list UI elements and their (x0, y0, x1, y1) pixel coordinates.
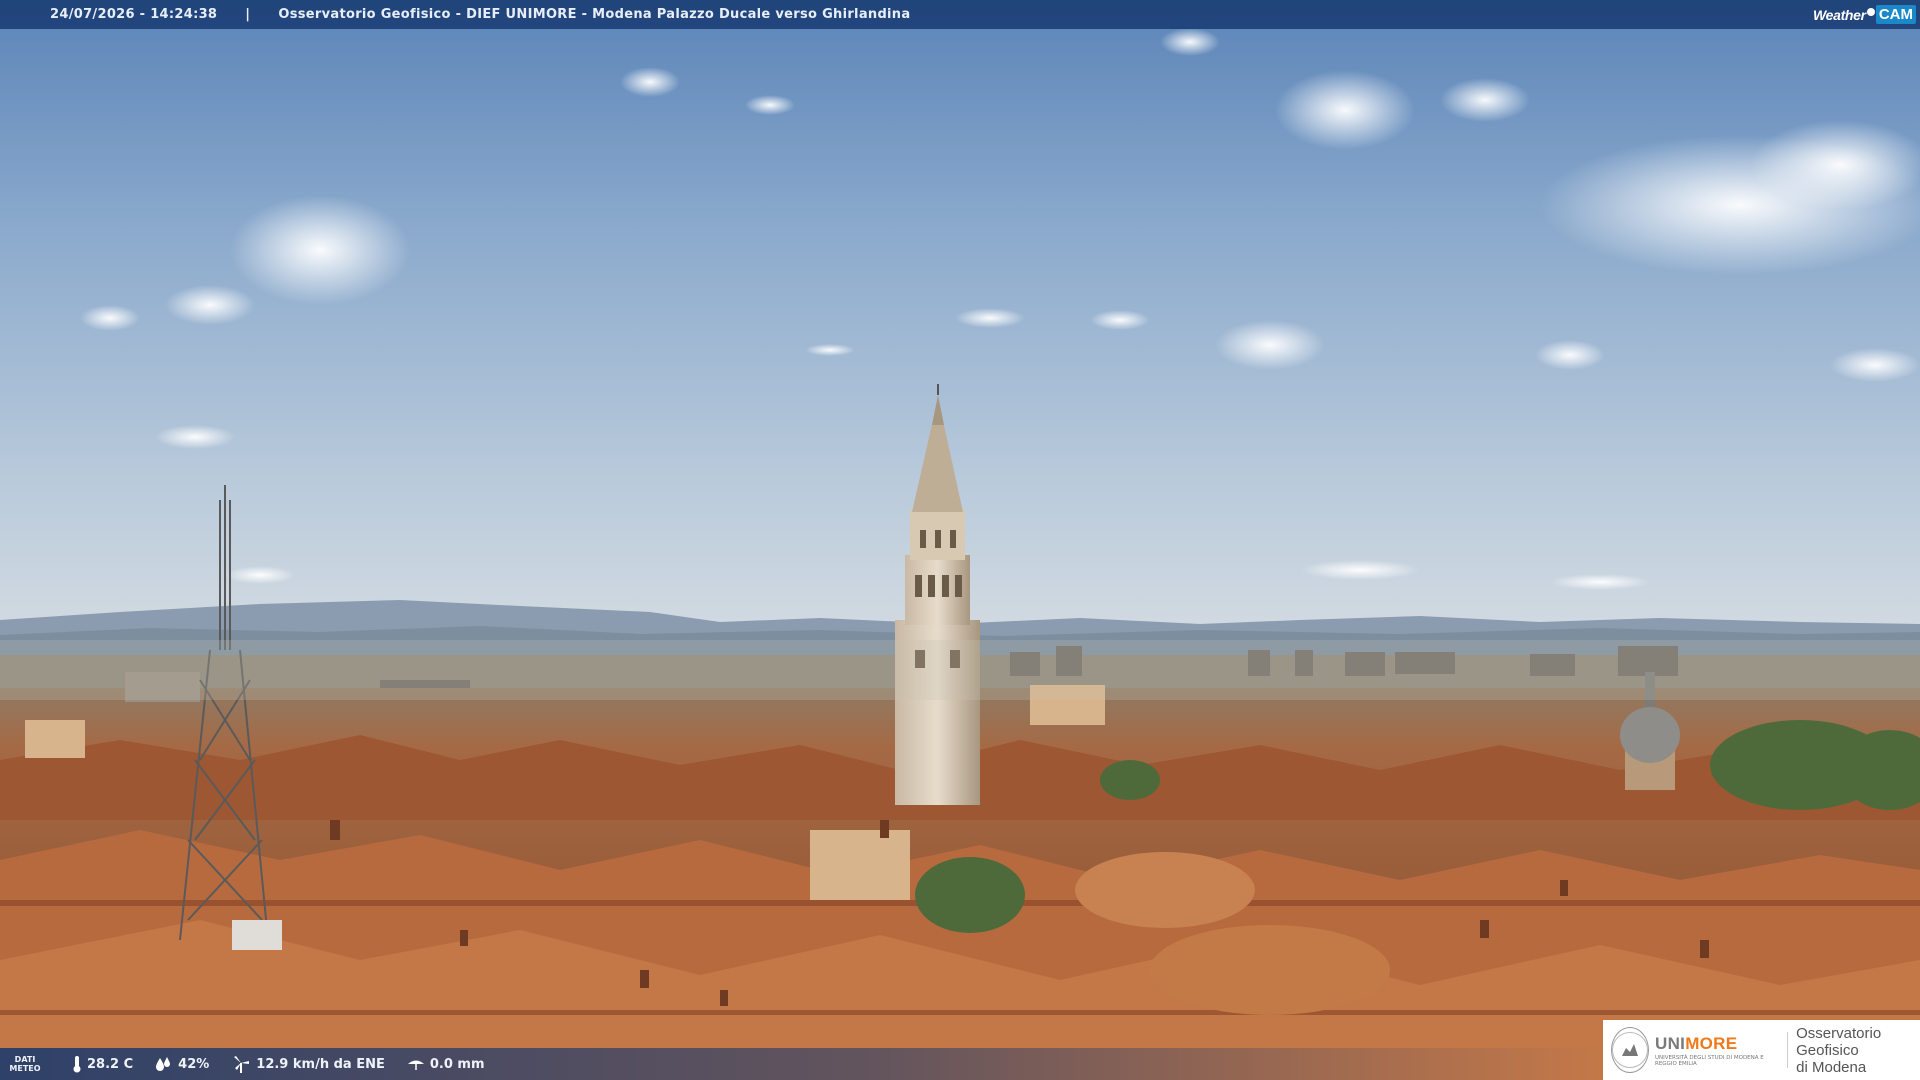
humidity-drops-icon (155, 1056, 173, 1072)
brand-weather: Weather (1812, 6, 1866, 23)
observatory-line1: Osservatorio Geofisico (1796, 1024, 1882, 1059)
unimore-wordmark: UNIMORE UNIVERSITÀ DEGLI STUDI DI MODENA… (1655, 1034, 1779, 1067)
rain-gauge-icon (407, 1057, 425, 1071)
humidity-reading: 42% (155, 1056, 209, 1072)
unimore-more: MORE (1685, 1033, 1738, 1053)
university-seal-icon (1611, 1027, 1649, 1073)
rain-value: 0.0 mm (429, 1056, 485, 1072)
temperature-reading: 28.2 C (72, 1055, 133, 1073)
dati-meteo-label: DATI METEO (9, 1055, 41, 1073)
top-info-bar: 24/07/2026 - 14:24:38 | Osservatorio Geo… (0, 0, 1920, 29)
logo-divider (1787, 1032, 1789, 1068)
webcam-image (0, 0, 1920, 1080)
wind-reading: 12.9 km/h da ENE (231, 1055, 385, 1073)
thermometer-icon (72, 1055, 82, 1073)
weathercam-logo: Weather CAM (1813, 0, 1920, 29)
brand-dot-icon (1866, 8, 1875, 16)
camera-caption: Osservatorio Geofisico - DIEF UNIMORE - … (278, 7, 911, 22)
unimore-subtitle: UNIVERSITÀ DEGLI STUDI DI MODENA E REGGI… (1655, 1054, 1764, 1067)
observatory-line2: di Modena (1796, 1058, 1867, 1076)
weather-data-bar: DATI METEO 28.2 C 42% 12.9 km/h da ENE 0… (0, 1048, 1600, 1080)
brand-cam: CAM (1875, 5, 1916, 24)
rain-reading: 0.0 mm (407, 1057, 485, 1072)
observatory-name: Osservatorio Geofisico di Modena (1796, 1025, 1920, 1076)
separator: | (245, 7, 251, 22)
wind-value: 12.9 km/h da ENE (256, 1056, 385, 1072)
unimore-logo-box: UNIMORE UNIVERSITÀ DEGLI STUDI DI MODENA… (1603, 1020, 1920, 1080)
wind-turbine-icon (231, 1055, 251, 1073)
datetime-label: 24/07/2026 - 14:24:38 (50, 7, 218, 22)
unimore-uni: UNI (1655, 1033, 1686, 1053)
humidity-value: 42% (178, 1056, 210, 1072)
temperature-value: 28.2 C (87, 1056, 134, 1072)
